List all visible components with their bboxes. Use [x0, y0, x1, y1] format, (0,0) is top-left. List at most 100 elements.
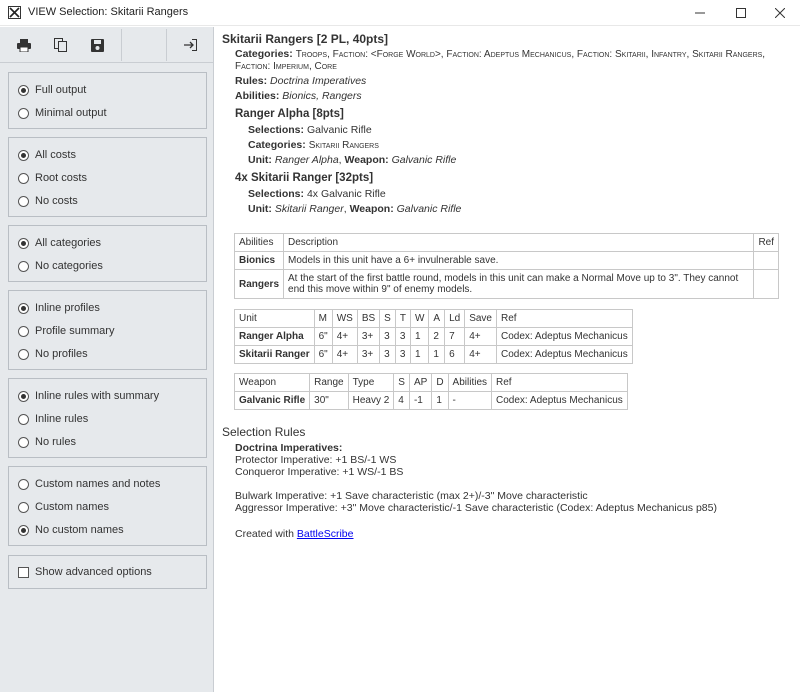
table-cell: Heavy 2 — [347, 391, 395, 410]
all-categories-radio[interactable]: All categories — [18, 235, 101, 251]
column-header: Ref — [496, 309, 633, 328]
field-value: Galvanic Rifle — [396, 203, 462, 215]
save-icon — [90, 38, 104, 52]
full-output-radio[interactable]: Full output — [18, 82, 86, 98]
custom-names-notes-radio[interactable]: Custom names and notes — [18, 476, 160, 492]
alpha-unit-weapon: Unit: Ranger Alpha, Weapon: Galvanic Rif… — [248, 154, 457, 166]
column-header: Ld — [444, 309, 466, 328]
table-cell: 4+ — [331, 327, 358, 346]
ability-name: Bionics — [233, 251, 285, 270]
maximize-button[interactable] — [721, 0, 761, 26]
column-header: S — [393, 373, 410, 392]
column-header: Ref — [491, 373, 628, 392]
radio-icon — [18, 348, 29, 360]
field-label: Abilities: — [235, 90, 280, 102]
field-label: Rules: — [235, 75, 268, 87]
selection-rules-title: Selection Rules — [222, 425, 306, 439]
field-value: Doctrina Imperatives — [270, 75, 367, 87]
table-cell: 3 — [379, 345, 396, 364]
ability-ref — [753, 269, 779, 299]
rule-line: Aggressor Imperative: +3" Move character… — [235, 502, 717, 514]
field-label: Categories: — [235, 48, 293, 60]
radio-icon — [18, 436, 29, 448]
inline-rules-radio[interactable]: Inline rules — [18, 411, 88, 427]
exit-button[interactable] — [179, 34, 201, 56]
inline-rules-summary-radio[interactable]: Inline rules with summary — [18, 388, 159, 404]
no-rules-radio[interactable]: No rules — [18, 434, 76, 450]
column-header: Weapon — [233, 373, 311, 392]
option-label: No profiles — [35, 348, 88, 360]
column-header: D — [431, 373, 449, 392]
table-cell: 3+ — [356, 345, 381, 364]
no-custom-names-radio[interactable]: No custom names — [18, 522, 124, 538]
copy-button[interactable] — [49, 34, 71, 56]
table-cell: 7 — [444, 327, 466, 346]
field-value: Ranger Alpha — [274, 154, 339, 166]
save-button[interactable] — [86, 34, 108, 56]
minimize-button[interactable] — [680, 0, 720, 26]
unit-categories: Categories: Troops, Faction: <Forge Worl… — [235, 48, 765, 60]
option-label: No categories — [35, 260, 103, 272]
field-value: Troops, Faction: <Forge World>, Faction:… — [295, 49, 766, 60]
battlescribe-link[interactable]: BattleScribe — [297, 528, 354, 540]
close-button[interactable] — [760, 0, 800, 26]
no-profiles-radio[interactable]: No profiles — [18, 346, 88, 362]
radio-icon — [18, 325, 29, 337]
weapon-table: Weapon Range Type S AP D Abilities Ref G… — [233, 373, 628, 410]
all-costs-radio[interactable]: All costs — [18, 147, 76, 163]
table-cell: 6 — [444, 345, 466, 364]
footer-text: Created with — [235, 528, 294, 540]
table-cell: 4+ — [464, 327, 497, 346]
table-cell: 1 — [409, 327, 430, 346]
radio-icon — [18, 413, 29, 425]
radio-selected-icon — [18, 390, 29, 402]
no-categories-radio[interactable]: No categories — [18, 258, 103, 274]
table-cell: 3 — [379, 327, 396, 346]
radio-icon — [18, 260, 29, 272]
print-button[interactable] — [13, 34, 35, 56]
inline-profiles-radio[interactable]: Inline profiles — [18, 300, 100, 316]
column-header: Abilities — [447, 373, 493, 392]
minimal-output-radio[interactable]: Minimal output — [18, 105, 107, 121]
option-label: No rules — [35, 436, 76, 448]
custom-names-radio[interactable]: Custom names — [18, 499, 109, 515]
field-value: Bionics, Rangers — [282, 90, 362, 102]
radio-selected-icon — [18, 302, 29, 314]
option-label: All costs — [35, 149, 76, 161]
column-header: W — [409, 309, 430, 328]
ranger-unit-weapon: Unit: Skitarii Ranger, Weapon: Galvanic … — [248, 203, 462, 215]
toolbar — [0, 27, 213, 63]
field-label: Selections: — [248, 124, 305, 136]
copy-icon — [53, 38, 67, 52]
option-label: No costs — [35, 195, 78, 207]
column-header: Description — [283, 233, 755, 252]
profile-summary-radio[interactable]: Profile summary — [18, 323, 114, 339]
table-cell: 1 — [428, 345, 446, 364]
table-cell: 6" — [313, 345, 333, 364]
table-header-row: Unit M WS BS S T W A Ld Save Ref — [234, 309, 633, 328]
option-label: Minimal output — [35, 107, 107, 119]
table-cell: 3+ — [356, 327, 381, 346]
root-costs-radio[interactable]: Root costs — [18, 170, 87, 186]
table-cell: 1 — [431, 391, 449, 410]
exit-icon — [183, 39, 197, 51]
table-cell: 4 — [393, 391, 410, 410]
column-header: A — [428, 309, 446, 328]
radio-selected-icon — [18, 237, 29, 249]
unit-title: Skitarii Rangers [2 PL, 40pts] — [222, 32, 389, 46]
option-label: No custom names — [35, 524, 124, 536]
table-cell: 30" — [309, 391, 349, 410]
show-advanced-checkbox[interactable]: Show advanced options — [18, 564, 152, 580]
unit-rules: Rules: Doctrina Imperatives — [235, 75, 366, 87]
option-label: Inline rules with summary — [35, 390, 160, 402]
field-label: Weapon: — [344, 154, 389, 166]
field-value: Faction: Imperium, Core — [235, 61, 337, 72]
option-label: Full output — [35, 84, 87, 96]
column-header: Ref — [753, 233, 779, 252]
radio-icon — [18, 107, 29, 119]
radio-icon — [18, 172, 29, 184]
field-label: Unit: — [248, 154, 272, 166]
options-panel: Full output Minimal output All costs Roo… — [0, 27, 214, 692]
title-bar: VIEW Selection: Skitarii Rangers — [0, 0, 800, 26]
no-costs-radio[interactable]: No costs — [18, 193, 78, 209]
